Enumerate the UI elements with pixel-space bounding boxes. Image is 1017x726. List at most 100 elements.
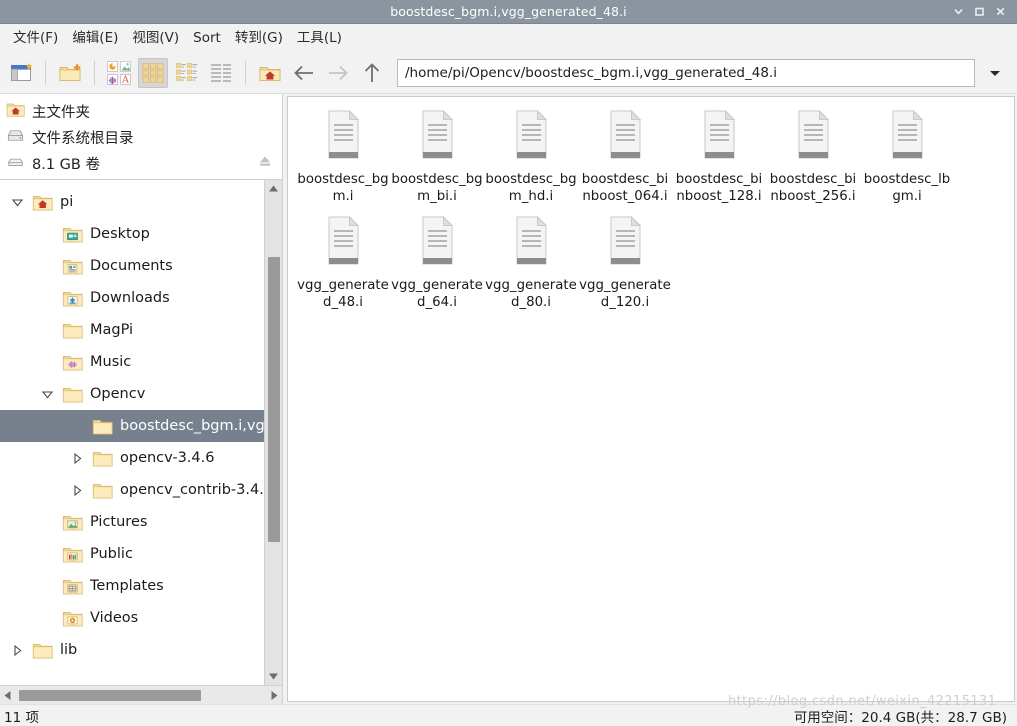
- toolbar-separator: [45, 60, 46, 85]
- tree-item-lib[interactable]: lib: [0, 634, 282, 666]
- new-window-button[interactable]: [6, 58, 36, 88]
- file-item[interactable]: boostdesc_binboost_128.i: [672, 105, 766, 211]
- text-file-icon: [414, 109, 460, 167]
- tree-horizontal-scrollbar[interactable]: [0, 685, 282, 704]
- file-item[interactable]: boostdesc_binboost_064.i: [578, 105, 672, 211]
- tree-item-opencv-346[interactable]: opencv-3.4.6: [0, 442, 282, 474]
- tree-item-pictures[interactable]: Pictures: [0, 506, 282, 538]
- places-list: 主文件夹 文件系统根目录 8.1 GB 卷: [0, 94, 282, 179]
- file-item[interactable]: boostdesc_bgm_bi.i: [390, 105, 484, 211]
- file-item[interactable]: vgg_generated_48.i: [296, 211, 390, 317]
- eject-icon[interactable]: [258, 154, 272, 172]
- scroll-left-button[interactable]: [0, 686, 15, 705]
- up-button[interactable]: [357, 58, 387, 88]
- tree-item-music[interactable]: Music: [0, 346, 282, 378]
- window-title: boostdesc_bgm.i,vgg_generated_48.i: [390, 3, 627, 19]
- file-item[interactable]: vgg_generated_120.i: [578, 211, 672, 317]
- place-home[interactable]: 主文件夹: [0, 98, 282, 124]
- detailed-list-view-button[interactable]: [206, 58, 236, 88]
- public-folder-icon: [58, 544, 86, 565]
- file-item[interactable]: boostdesc_binboost_256.i: [766, 105, 860, 211]
- back-button[interactable]: [289, 58, 319, 88]
- home-icon: [259, 66, 281, 81]
- file-name-label: boostdesc_binboost_064.i: [581, 172, 669, 204]
- forward-arrow-icon: [329, 65, 348, 80]
- window-controls: [948, 1, 1017, 23]
- tree-item-boostdesc-label: boostdesc_bgm.i,vgg_g: [120, 418, 278, 434]
- place-filesystem-label: 文件系统根目录: [32, 130, 134, 147]
- scroll-down-button[interactable]: [264, 668, 282, 685]
- chevron-right-icon[interactable]: [66, 484, 88, 497]
- svg-text:A: A: [121, 74, 130, 85]
- chevron-right-icon[interactable]: [6, 644, 28, 657]
- forward-button: [323, 58, 353, 88]
- tree-vertical-scrollbar[interactable]: [264, 180, 282, 685]
- place-volume[interactable]: 8.1 GB 卷: [0, 150, 282, 176]
- tree-item-opencv-contrib-346[interactable]: opencv_contrib-3.4.6: [0, 474, 282, 506]
- file-grid: boostdesc_bgm.i boostdesc_bgm_bi.i boostde…: [296, 105, 1014, 317]
- chevron-down-icon[interactable]: [6, 196, 28, 209]
- new-folder-button[interactable]: [55, 58, 85, 88]
- file-item[interactable]: boostdesc_bgm.i: [296, 105, 390, 211]
- menu-view[interactable]: 视图(V): [125, 27, 186, 50]
- tree-item-downloads[interactable]: Downloads: [0, 282, 282, 314]
- icon-view-icon: [142, 62, 164, 83]
- minimize-button[interactable]: [948, 1, 969, 23]
- text-file-icon: [602, 215, 648, 273]
- file-name-label: vgg_generated_64.i: [391, 278, 483, 310]
- file-item[interactable]: vgg_generated_64.i: [390, 211, 484, 317]
- maximize-button[interactable]: [969, 1, 990, 23]
- text-file-icon: [790, 109, 836, 167]
- file-list-pane[interactable]: boostdesc_bgm.i boostdesc_bgm_bi.i boostde…: [287, 96, 1015, 702]
- tree-hscroll-thumb[interactable]: [19, 689, 201, 701]
- tree-item-opencv[interactable]: Opencv: [0, 378, 282, 410]
- file-item[interactable]: boostdesc_lbgm.i: [860, 105, 954, 211]
- tree-item-public[interactable]: Public: [0, 538, 282, 570]
- desktop-folder-icon: [58, 224, 86, 245]
- thumbnail-view-icon: A: [107, 60, 131, 85]
- title-bar: boostdesc_bgm.i,vgg_generated_48.i: [0, 0, 1017, 24]
- path-input[interactable]: /home/pi/Opencv/boostdesc_bgm.i,vgg_gene…: [397, 58, 975, 87]
- chevron-right-icon[interactable]: [66, 452, 88, 465]
- folder-icon: [58, 384, 86, 405]
- path-dropdown-button[interactable]: [981, 59, 1009, 87]
- tree-item-documents-label: Documents: [90, 258, 173, 274]
- file-name-label: vgg_generated_80.i: [485, 278, 577, 310]
- tree-item-desktop[interactable]: Desktop: [0, 218, 282, 250]
- menu-go[interactable]: 转到(G): [228, 27, 290, 50]
- pictures-folder-icon: [58, 512, 86, 533]
- tree-scroll-thumb[interactable]: [267, 257, 280, 542]
- compact-view-button[interactable]: [172, 58, 202, 88]
- tree-item-lib-label: lib: [60, 642, 78, 658]
- tree-item-boostdesc[interactable]: boostdesc_bgm.i,vgg_g: [0, 410, 282, 442]
- scroll-up-button[interactable]: [264, 180, 282, 197]
- place-filesystem[interactable]: 文件系统根目录: [0, 124, 282, 150]
- place-volume-label: 8.1 GB 卷: [32, 156, 100, 173]
- window-body: 主文件夹 文件系统根目录 8.1 GB 卷 pi Desktop Documen…: [0, 94, 1017, 704]
- menu-edit[interactable]: 编辑(E): [65, 27, 125, 50]
- file-name-label: boostdesc_bgm_hd.i: [485, 172, 577, 204]
- home-button[interactable]: [255, 58, 285, 88]
- menu-tools[interactable]: 工具(L): [290, 27, 349, 50]
- tree-hscroll-track[interactable]: [15, 686, 267, 705]
- icon-view-button[interactable]: [138, 57, 168, 88]
- thumbnail-view-button[interactable]: A: [104, 58, 134, 88]
- file-item[interactable]: boostdesc_bgm_hd.i: [484, 105, 578, 211]
- file-item[interactable]: vgg_generated_80.i: [484, 211, 578, 317]
- menu-file[interactable]: 文件(F): [6, 27, 65, 50]
- close-button[interactable]: [990, 1, 1011, 23]
- tree-item-pi[interactable]: pi: [0, 186, 282, 218]
- tree-item-documents[interactable]: Documents: [0, 250, 282, 282]
- tree-item-templates[interactable]: Templates: [0, 570, 282, 602]
- tree-item-magpi[interactable]: MagPi: [0, 314, 282, 346]
- chevron-down-icon[interactable]: [36, 388, 58, 401]
- tree-item-videos[interactable]: Videos: [0, 602, 282, 634]
- tree-scroll-track[interactable]: [265, 197, 283, 668]
- text-file-icon: [508, 215, 554, 273]
- folder-tree-viewport: pi Desktop Documents Downloads MagPi Music Ope…: [0, 180, 282, 685]
- toolbar-separator: [245, 60, 246, 85]
- scroll-right-button[interactable]: [267, 686, 282, 705]
- menu-sort[interactable]: Sort: [186, 27, 228, 50]
- detailed-list-view-icon: [211, 63, 231, 82]
- file-name-label: vgg_generated_48.i: [297, 278, 389, 310]
